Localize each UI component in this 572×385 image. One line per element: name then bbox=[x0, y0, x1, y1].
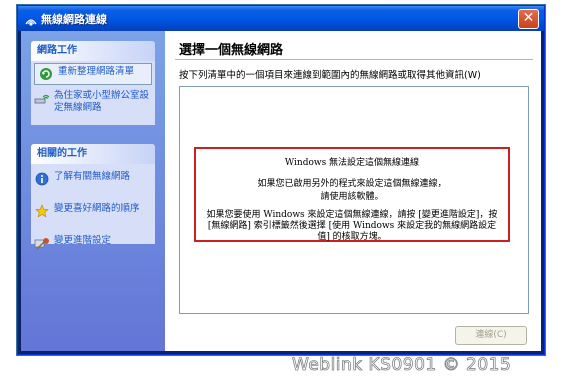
wireless-setup-icon bbox=[34, 90, 50, 106]
error-message-line-3: 請使用該軟體。 bbox=[320, 192, 384, 202]
change-preferred-order-label: 變更喜好網路的順序 bbox=[54, 203, 140, 214]
refresh-icon bbox=[38, 66, 54, 82]
change-advanced-settings-label: 變更進階設定 bbox=[54, 235, 112, 246]
wireless-network-list[interactable]: Windows 無法設定這個無線連線 如果您已啟用另外的程式來設定這個無線連線，… bbox=[179, 86, 529, 314]
error-message-line-4: 如果您要使用 Windows 來設定這個無線連線，請按 [變更進階設定]，按 [… bbox=[206, 210, 498, 242]
window-client-area: 網路工作 重新整理網路清單 為住家或小型辦公室設定無線網路 相關的工作 了解有關… bbox=[21, 31, 541, 351]
learn-wireless-label: 了解有關無線網路 bbox=[54, 171, 131, 182]
change-preferred-order-link[interactable]: 變更喜好網路的順序 bbox=[31, 200, 155, 222]
network-tasks-header[interactable]: 網路工作 bbox=[31, 41, 155, 61]
settings-icon bbox=[34, 235, 50, 251]
network-tasks-panel: 網路工作 重新整理網路清單 為住家或小型辦公室設定無線網路 bbox=[31, 41, 155, 125]
error-message-box: Windows 無法設定這個無線連線 如果您已啟用另外的程式來設定這個無線連線，… bbox=[194, 147, 510, 242]
wireless-connection-window: 無線網路連線 ✕ 網路工作 重新整理網路清單 為住家或小型辦公室設定無線網路 相… bbox=[17, 5, 545, 355]
setup-wireless-network-link[interactable]: 為住家或小型辦公室設定無線網路 bbox=[31, 87, 155, 117]
related-tasks-header[interactable]: 相關的工作 bbox=[31, 144, 155, 164]
error-message-title: Windows 無法設定這個無線連線 bbox=[284, 158, 420, 168]
error-message-line-2: 如果您已啟用另外的程式來設定這個無線連線， bbox=[257, 179, 447, 189]
main-panel: 選擇一個無線網路 按下列清單中的一個項目來連線到範圍內的無線網路或取得其他資訊(… bbox=[165, 31, 541, 351]
info-icon bbox=[34, 171, 50, 187]
refresh-network-list-link[interactable]: 重新整理網路清單 bbox=[34, 63, 152, 85]
setup-wireless-network-label: 為住家或小型辦公室設定無線網路 bbox=[54, 90, 150, 113]
connect-button[interactable]: 連線(C) bbox=[455, 326, 527, 345]
heading-divider bbox=[175, 59, 533, 60]
task-sidebar: 網路工作 重新整理網路清單 為住家或小型辦公室設定無線網路 相關的工作 了解有關… bbox=[21, 31, 165, 351]
window-title: 無線網路連線 bbox=[41, 13, 107, 26]
title-bar[interactable]: 無線網路連線 ✕ bbox=[18, 6, 544, 31]
learn-wireless-link[interactable]: 了解有關無線網路 bbox=[31, 168, 155, 190]
close-button[interactable]: ✕ bbox=[518, 9, 539, 29]
close-icon: ✕ bbox=[522, 10, 535, 26]
star-icon bbox=[34, 203, 50, 219]
wireless-network-icon bbox=[24, 12, 38, 26]
watermark-text: Weblink KS0901 © 2015 bbox=[292, 355, 512, 376]
related-tasks-panel: 相關的工作 了解有關無線網路 變更喜好網路的順序 變更進階設定 bbox=[31, 144, 155, 250]
refresh-network-list-label: 重新整理網路清單 bbox=[58, 66, 135, 77]
network-list-description: 按下列清單中的一個項目來連線到範圍內的無線網路或取得其他資訊(W) bbox=[179, 70, 481, 81]
change-advanced-settings-link[interactable]: 變更進階設定 bbox=[31, 232, 155, 254]
page-title: 選擇一個無線網路 bbox=[179, 43, 284, 58]
